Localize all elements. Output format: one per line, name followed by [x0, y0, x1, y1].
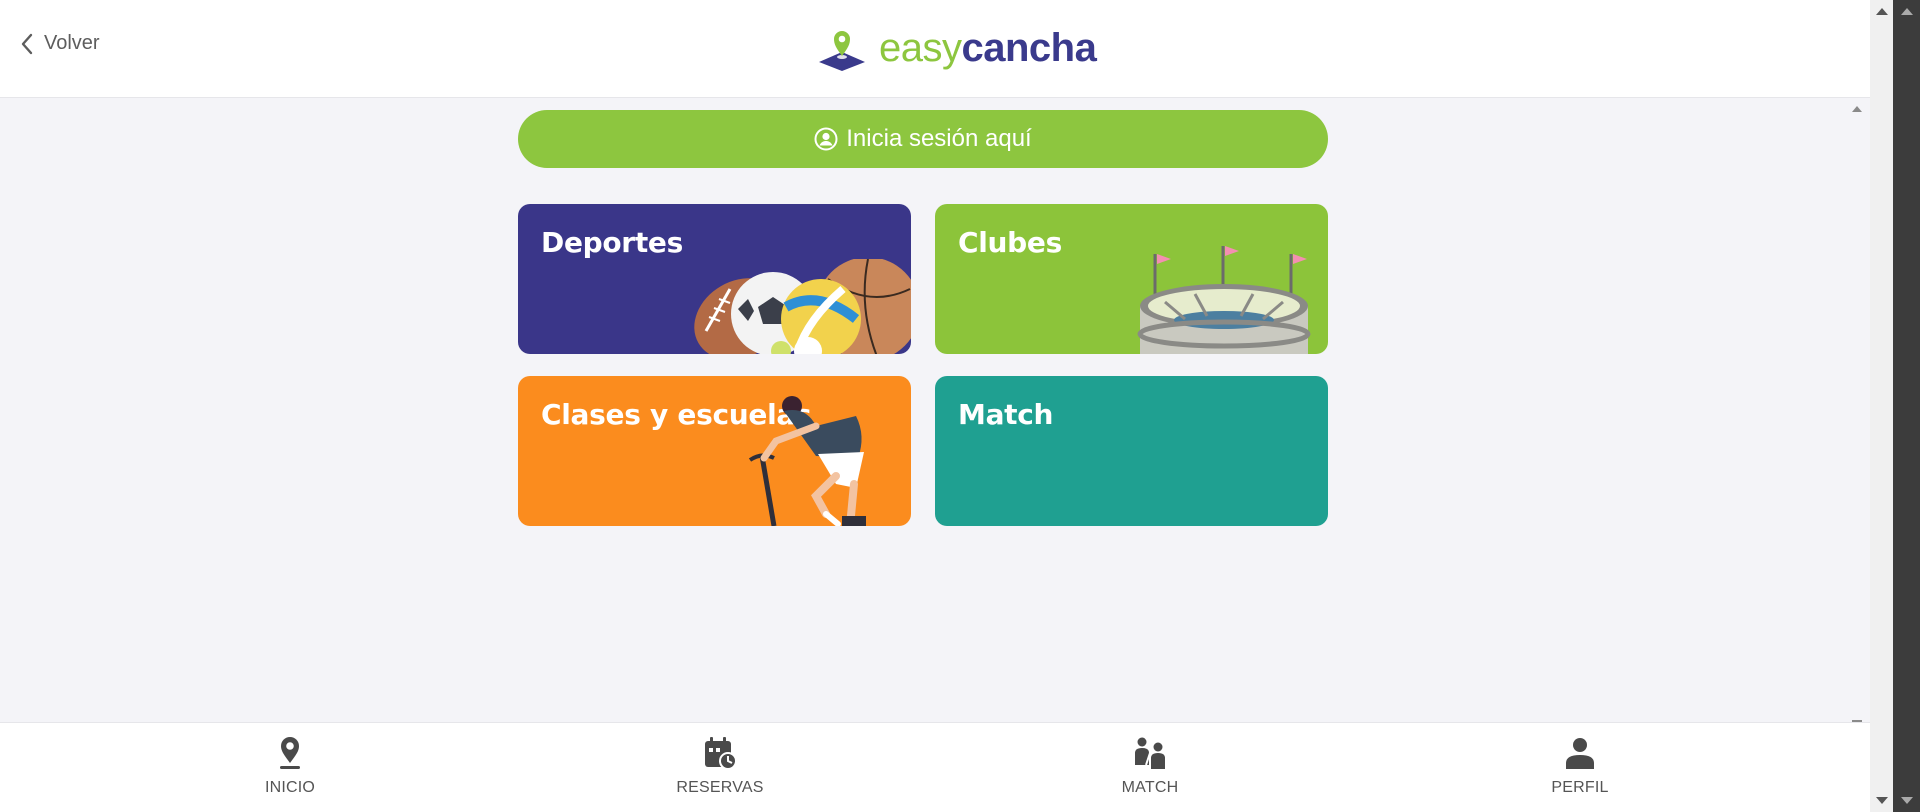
top-header: Volver easycancha: [0, 0, 1870, 98]
card-deportes[interactable]: Deportes: [518, 204, 911, 354]
nav-label-reservas: RESERVAS: [676, 779, 764, 796]
track-down-icon: [1901, 797, 1913, 804]
bottom-nav: INICIO RESERVAS MATCH PERFIL: [0, 722, 1870, 812]
stadium-illustration: [1137, 246, 1311, 354]
track-up-icon: [1901, 8, 1913, 15]
card-clases[interactable]: Clases y escuelas: [518, 376, 911, 526]
sports-balls-illustration: [694, 259, 911, 354]
card-title-clubes: Clubes: [958, 226, 1062, 259]
user-circle-icon: [814, 127, 838, 151]
back-label: Volver: [44, 32, 100, 54]
chevron-left-icon: [21, 33, 33, 54]
logo-text: easycancha: [879, 25, 1097, 71]
back-button[interactable]: Volver: [20, 32, 100, 55]
match-players-icon: [1135, 737, 1165, 769]
scrollbar-track[interactable]: [1893, 0, 1920, 812]
logo-text-cancha: cancha: [961, 25, 1097, 70]
card-title-deportes: Deportes: [541, 226, 683, 259]
nav-item-reservas[interactable]: RESERVAS: [640, 735, 800, 797]
easycancha-logo[interactable]: easycancha: [817, 24, 1097, 72]
main-content: Inicia sesión aquí Deportes Clubes Clase…: [0, 98, 1845, 722]
logo-text-easy: easy: [879, 25, 962, 70]
nav-item-inicio[interactable]: INICIO: [210, 735, 370, 797]
nav-item-perfil[interactable]: PERFIL: [1500, 735, 1660, 797]
login-button[interactable]: Inicia sesión aquí: [518, 110, 1328, 168]
calendar-clock-icon: [705, 737, 737, 770]
user-icon: [1566, 738, 1594, 769]
location-pin-icon: [280, 737, 300, 769]
card-title-match: Match: [958, 398, 1054, 431]
nav-label-match: MATCH: [1121, 779, 1179, 796]
scroll-up-arrow-icon[interactable]: [1852, 106, 1862, 112]
scroll-up-icon[interactable]: [1876, 8, 1888, 15]
card-clubes[interactable]: Clubes: [935, 204, 1328, 354]
scroll-down-icon[interactable]: [1876, 797, 1888, 804]
cyclist-illustration: [748, 396, 866, 526]
nav-label-inicio: INICIO: [264, 779, 316, 796]
window-scrollbar[interactable]: [1870, 0, 1920, 812]
nav-item-match[interactable]: MATCH: [1070, 735, 1230, 797]
login-label: Inicia sesión aquí: [846, 125, 1032, 152]
content-scrollbar[interactable]: [1845, 98, 1870, 722]
logo-pin-icon: [819, 31, 865, 71]
nav-label-perfil: PERFIL: [1551, 779, 1609, 796]
app: Volver easycancha Inicia sesión aquí Dep…: [0, 0, 1870, 812]
card-match[interactable]: Match: [935, 376, 1328, 526]
